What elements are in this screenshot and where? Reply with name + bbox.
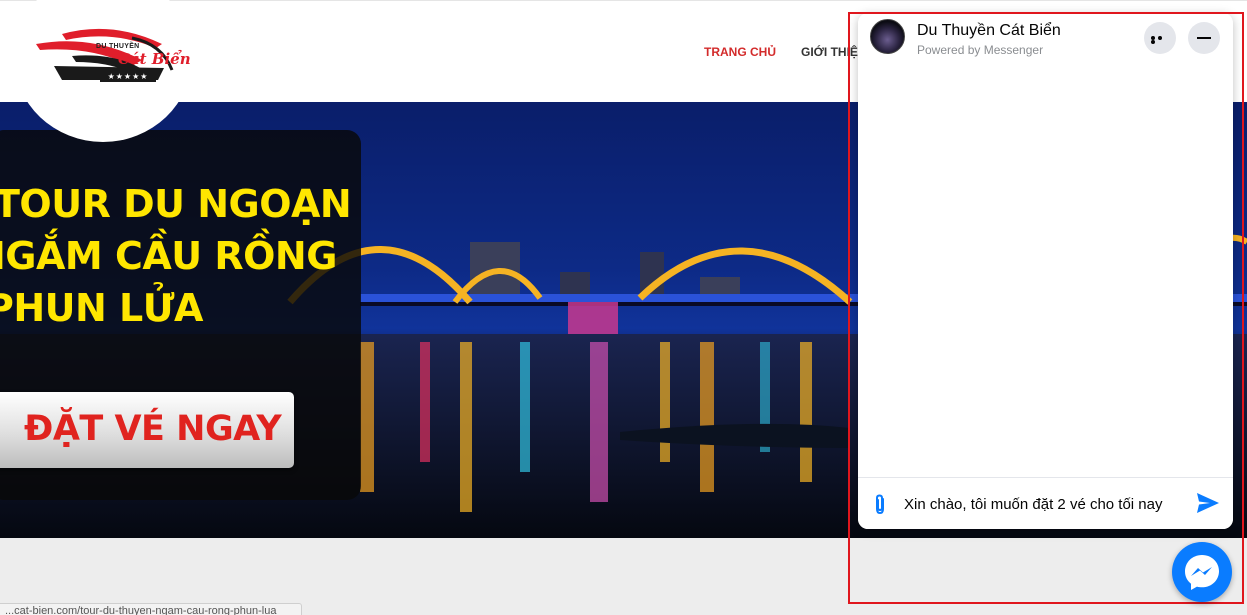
headline-line-3: PHUN LỬA [0, 286, 203, 330]
message-input[interactable] [904, 490, 1186, 518]
headline-line-1: TOUR DU NGOẠN [0, 182, 352, 226]
page-avatar[interactable] [870, 19, 905, 54]
book-now-button[interactable]: ĐẶT VÉ NGAY [0, 392, 294, 468]
messenger-chat-panel: Du Thuyền Cát Biển Powered by Messenger [858, 13, 1233, 529]
status-bar-url: ...cat-bien.com/tour-du-thuyen-ngam-cau-… [0, 603, 302, 615]
nav-home[interactable]: TRANG CHỦ [704, 45, 776, 59]
powered-by-label: Powered by Messenger [917, 43, 1044, 57]
minimize-button[interactable] [1188, 22, 1220, 54]
chat-page-name[interactable]: Du Thuyền Cát Biển [917, 22, 1061, 40]
more-horizontal-icon [1151, 36, 1169, 44]
book-now-label: ĐẶT VÉ NGAY [24, 409, 282, 449]
send-icon[interactable] [1196, 492, 1220, 519]
logo-stars: ★★★★★ [100, 72, 156, 82]
more-options-button[interactable] [1144, 22, 1176, 54]
paperclip-icon[interactable] [872, 494, 888, 521]
chat-composer [858, 477, 1233, 529]
messenger-icon [1185, 555, 1219, 590]
minimize-icon [1197, 37, 1211, 39]
promo-panel: TOUR DU NGOẠN NGẮM CẦU RỒNG PHUN LỬA ĐẶT… [0, 130, 361, 500]
page: TRANG CHỦ GIỚI THIỆU DU THUYỀN Cát Biển … [0, 0, 1247, 615]
headline-line-2: NGẮM CẦU RỒNG [0, 234, 337, 278]
nav-about[interactable]: GIỚI THIỆU [801, 45, 867, 59]
chat-messages-area[interactable] [858, 69, 1233, 477]
messenger-launcher-button[interactable] [1172, 542, 1232, 602]
logo-tagline: DU THUYỀN [96, 43, 140, 50]
logo-name: Cát Biển [118, 50, 191, 68]
chat-header: Du Thuyền Cát Biển Powered by Messenger [858, 13, 1233, 69]
